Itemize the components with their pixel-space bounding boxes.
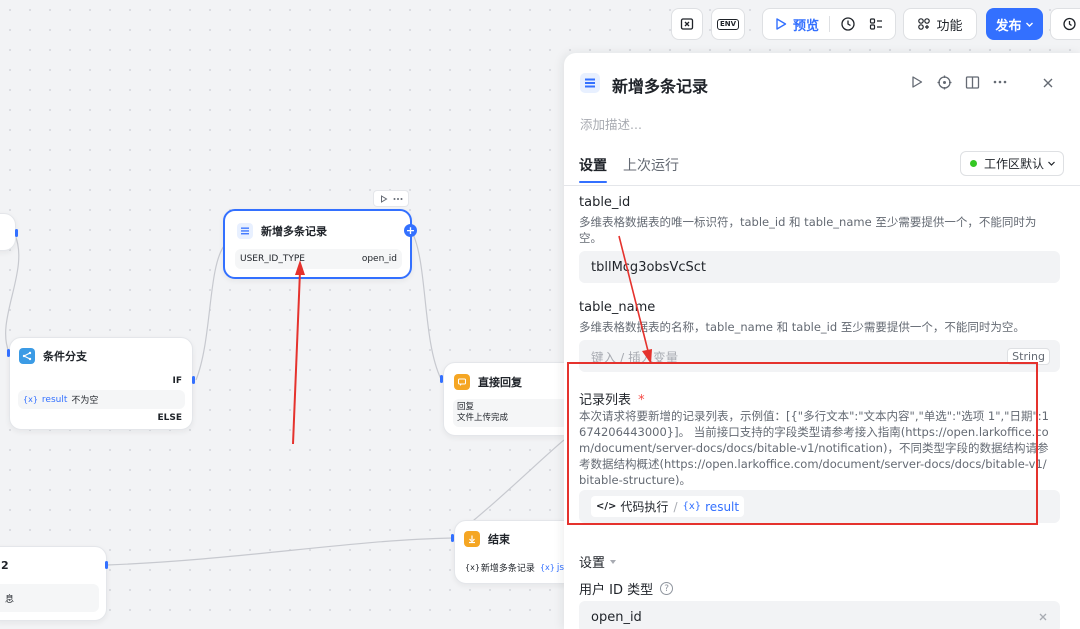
- settings-section-toggle[interactable]: 设置: [579, 552, 617, 571]
- function-button[interactable]: 功能: [903, 8, 977, 40]
- node-settings-panel: 新增多条记录 添加描述... 设置 上次运行 工作区默认 table_id 多维…: [564, 53, 1080, 629]
- input-port[interactable]: [440, 375, 443, 383]
- clear-format-icon: [680, 18, 694, 30]
- reply-label: 回复: [457, 402, 475, 412]
- end-icon: [464, 531, 480, 547]
- add-node-plus-icon[interactable]: +: [404, 224, 417, 237]
- else-label: ELSE: [157, 413, 182, 423]
- settings-section-label: 设置: [579, 556, 606, 571]
- end-output-row: {x} 新增多条记录 {x} jso: [465, 561, 570, 575]
- publish-button[interactable]: 发布: [986, 8, 1043, 40]
- input-port[interactable]: [7, 349, 10, 357]
- play-icon: [776, 18, 787, 30]
- param-value: open_id: [361, 254, 397, 264]
- tab-label: 设置: [579, 158, 607, 174]
- more-icon[interactable]: [393, 197, 403, 201]
- publish-label: 发布: [995, 18, 1022, 34]
- tab-active-indicator: [579, 181, 607, 183]
- debug-history-icon[interactable]: [840, 16, 856, 32]
- variables-list-icon[interactable]: [868, 16, 884, 32]
- table-icon: [237, 223, 253, 239]
- if-output-port[interactable]: [192, 376, 195, 384]
- target-icon[interactable]: [937, 75, 952, 90]
- condition-row: {x} result 不为空: [18, 390, 185, 409]
- node-title: 直接回复: [478, 376, 522, 389]
- condition-var: result: [41, 394, 68, 405]
- help-icon[interactable]: ?: [660, 582, 674, 595]
- more-icon[interactable]: [993, 80, 1007, 84]
- tab-settings[interactable]: 设置: [579, 155, 607, 175]
- env-label: ENV: [719, 19, 737, 28]
- output-port[interactable]: [105, 561, 108, 569]
- env-button[interactable]: ENV: [711, 8, 745, 40]
- table-id-label: table_id: [579, 195, 631, 210]
- workspace-select[interactable]: 工作区默认: [960, 151, 1064, 176]
- content-fragment: 息: [5, 594, 15, 605]
- chevron-down-icon: [1048, 161, 1055, 166]
- clear-button[interactable]: [671, 8, 703, 40]
- chevron-down-icon: [1025, 22, 1033, 27]
- var-tag: {x}: [539, 563, 555, 572]
- clear-icon[interactable]: [1038, 612, 1048, 622]
- node-add-records[interactable]: 新增多条记录 USER_ID_TYPE open_id +: [223, 209, 417, 279]
- divider: [829, 16, 831, 32]
- preview-toolbar-group: 预览: [762, 8, 896, 40]
- play-icon[interactable]: [380, 194, 388, 203]
- tab-last-run[interactable]: 上次运行: [623, 155, 679, 175]
- user-id-type-label-text: 用户 ID 类型: [579, 583, 654, 598]
- function-label: 功能: [936, 18, 963, 34]
- node-content: 息: [0, 584, 99, 612]
- workspace-select-value: 工作区默认: [984, 157, 1045, 171]
- node-title: 新增多条记录: [261, 225, 327, 238]
- caret-down-icon: [610, 559, 617, 564]
- env-icon: ENV: [716, 18, 740, 30]
- annotation-arrow-icon: [292, 260, 305, 445]
- function-grid-icon: [918, 18, 931, 30]
- divider: [564, 185, 1080, 186]
- status-dot-icon: [970, 160, 977, 167]
- tab-label: 上次运行: [623, 158, 679, 174]
- run-node-icon[interactable]: [910, 75, 924, 89]
- node-condition-branch[interactable]: 条件分支 IF {x} result 不为空 ELSE: [9, 337, 193, 430]
- node-title: 条件分支: [43, 350, 87, 363]
- preview-button[interactable]: 预览: [774, 15, 819, 34]
- node-param-row: USER_ID_TYPE open_id: [235, 249, 402, 269]
- input-port[interactable]: [451, 534, 454, 542]
- node-title-fragment: 2: [1, 559, 9, 572]
- history-icon: [1063, 17, 1076, 31]
- close-icon[interactable]: [1042, 77, 1054, 89]
- preview-label: 预览: [793, 18, 820, 34]
- workflow-canvas[interactable]: 新增多条记录 USER_ID_TYPE open_id + 条件分支 IF {x…: [0, 0, 584, 629]
- panel-table-icon: [580, 73, 600, 93]
- user-id-type-label: 用户 ID 类型 ?: [579, 579, 674, 598]
- node-direct-reply[interactable]: 直接回复 回复 文件上传完成: [443, 362, 583, 436]
- annotation-arrow-icon: [618, 235, 652, 364]
- reply-icon: [454, 374, 470, 390]
- if-label: IF: [172, 376, 183, 386]
- output-text: 新增多条记录: [480, 564, 535, 574]
- annotation-highlight-box: [567, 362, 1038, 525]
- reply-text: 文件上传完成: [457, 413, 509, 423]
- user-id-type-select[interactable]: open_id: [579, 601, 1060, 629]
- user-id-type-value: open_id: [591, 609, 642, 625]
- node-partial-bottom[interactable]: 2 息: [0, 546, 107, 621]
- output-port[interactable]: [15, 229, 18, 237]
- node-hover-toolbar: [373, 190, 409, 207]
- reply-content: 回复 文件上传完成: [453, 399, 568, 427]
- book-icon[interactable]: [965, 75, 980, 90]
- description-input[interactable]: 添加描述...: [580, 114, 642, 133]
- node-start-partial[interactable]: [0, 213, 16, 251]
- condition-text: 不为空: [71, 396, 99, 406]
- var-tag: {x}: [465, 563, 480, 572]
- branch-icon: [19, 348, 35, 364]
- node-title: 结束: [488, 533, 510, 546]
- panel-title: 新增多条记录: [612, 77, 709, 96]
- history-button[interactable]: [1050, 8, 1080, 40]
- var-tag: {x}: [23, 395, 38, 404]
